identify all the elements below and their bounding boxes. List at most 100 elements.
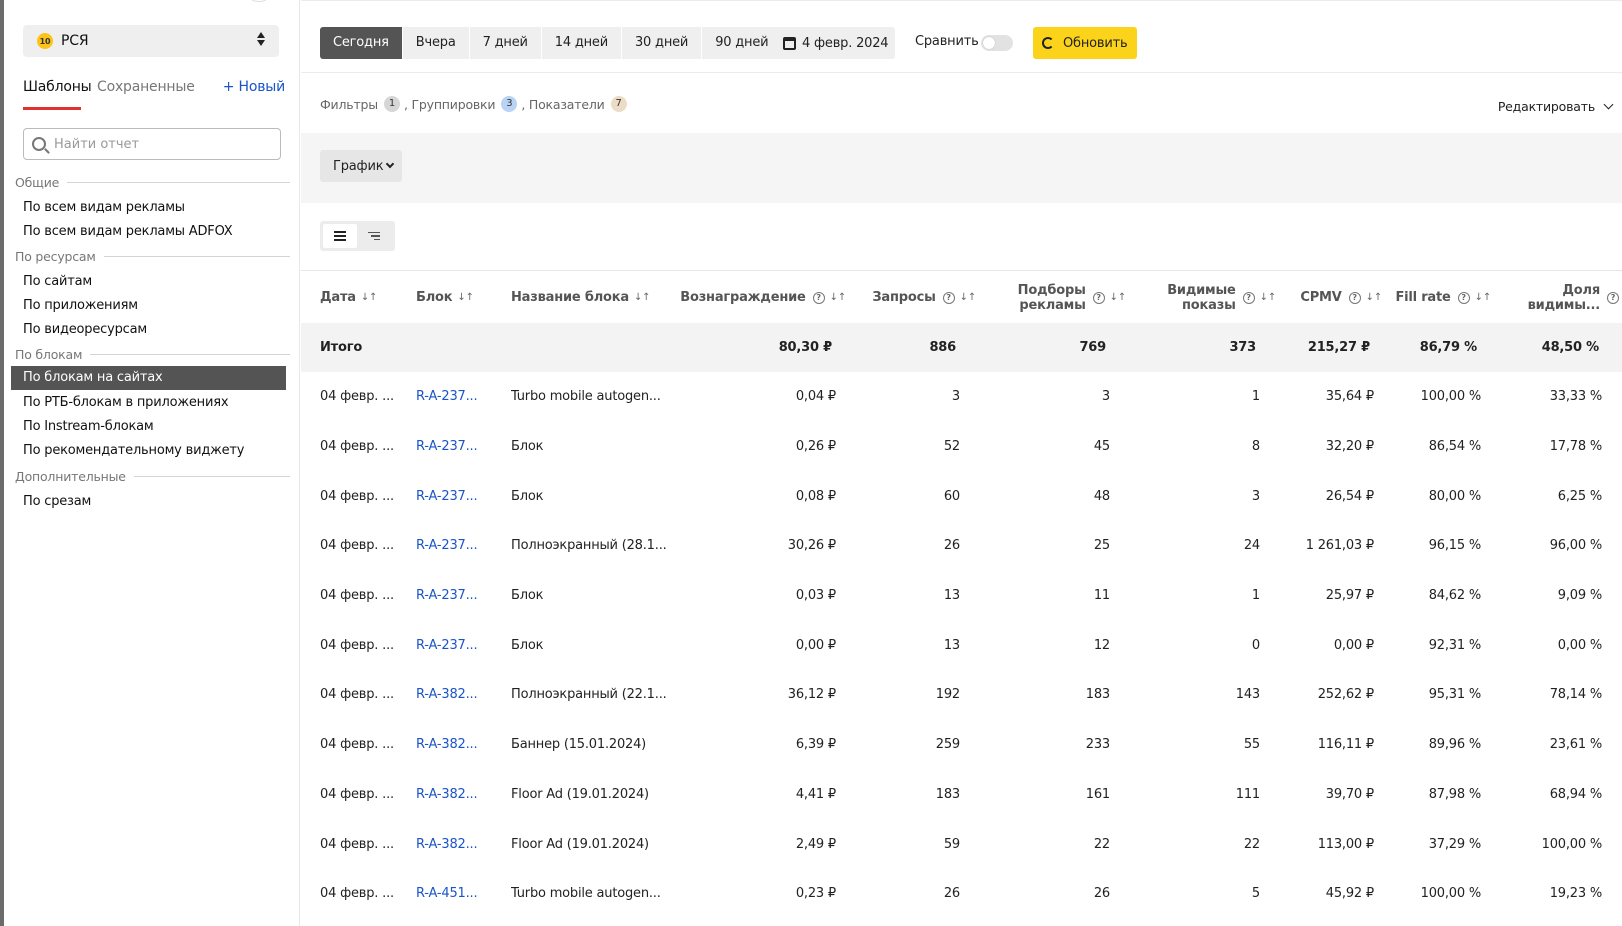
help-icon: ?: [1092, 291, 1105, 304]
groupings-label: , Группировки: [403, 96, 496, 112]
cell-requests: 13: [943, 588, 960, 604]
col-cpmv[interactable]: CPMV? ↓↑: [1291, 271, 1382, 324]
sidebar: 10 РСЯ Шаблоны Сохраненные + Новый Общие…: [4, 0, 300, 926]
cell-reward: 0,26 ₽: [795, 439, 836, 455]
tab-templates[interactable]: Шаблоны: [23, 79, 92, 95]
cell-reward: 0,03 ₽: [795, 588, 836, 604]
cell-block-id[interactable]: R-A-382...: [416, 819, 496, 869]
cell-reward: 30,26 ₽: [787, 538, 836, 554]
period-7-days[interactable]: 7 дней: [470, 27, 542, 59]
sidebar-item-site-blocks[interactable]: По блокам на сайтах: [11, 366, 286, 390]
sort-icon: ↓↑: [959, 292, 977, 303]
metrics-label: , Показатели: [521, 96, 605, 112]
report-tabs: Шаблоны Сохраненные + Новый: [23, 77, 285, 111]
total-requests: 886: [929, 340, 956, 355]
group-blocks: По блокам: [15, 347, 290, 362]
filters-summary[interactable]: Фильтры 1 , Группировки 3 , Показатели 7: [320, 96, 631, 112]
cell-block-id[interactable]: R-A-451...: [416, 869, 496, 919]
sort-icon: ↓↑: [1365, 292, 1383, 303]
list-view-button[interactable]: [323, 224, 357, 248]
cell-block-name: Floor Ad (19.01.2024): [511, 836, 649, 852]
sidebar-item-widget[interactable]: По рекомендательному виджету: [23, 443, 244, 458]
cell-visible-share: 0,00 %: [1557, 637, 1602, 653]
cell-block-id[interactable]: R-A-237...: [416, 471, 496, 521]
select-arrows-icon: [257, 32, 265, 46]
cell-visible-share: 19,23 %: [1549, 886, 1602, 902]
col-block-name[interactable]: Название блока ↓↑: [511, 271, 661, 324]
cell-block-id[interactable]: R-A-382...: [416, 770, 496, 820]
tab-saved[interactable]: Сохраненные: [97, 79, 195, 95]
col-ad-picks[interactable]: Подборы рекламы? ↓↑: [1001, 271, 1127, 324]
sidebar-item-video[interactable]: По видеоресурсам: [23, 322, 147, 337]
period-today[interactable]: Сегодня: [320, 27, 403, 59]
date-picker-button[interactable]: 4 февр. 2024: [770, 27, 895, 59]
cell-requests: 13: [943, 637, 960, 653]
cell-block-name: Блок: [511, 588, 544, 604]
cell-requests: 3: [951, 389, 960, 405]
resource-select[interactable]: 10 РСЯ: [23, 25, 279, 57]
cell-date: 04 февр. ...: [320, 836, 394, 852]
total-ad-picks: 769: [1079, 340, 1106, 355]
cell-block-id[interactable]: R-A-237...: [416, 422, 496, 472]
refresh-label: Обновить: [1063, 35, 1128, 51]
period-yesterday[interactable]: Вчера: [403, 27, 470, 59]
cell-ad-picks: 22: [1093, 836, 1110, 852]
col-visible-impressions[interactable]: Видимые показы? ↓↑: [1141, 271, 1276, 324]
report-table: Дата ↓↑ Блок ↓↑ Название блока ↓↑ Вознаграж…: [301, 270, 1622, 919]
col-reward[interactable]: Вознаграждение? ↓↑: [680, 271, 846, 324]
top-circle-button[interactable]: [246, 0, 272, 2]
cell-reward: 0,08 ₽: [795, 488, 836, 504]
cell-visible: 1: [1251, 588, 1260, 604]
sidebar-item-rtb-blocks[interactable]: По РТБ-блокам в приложениях: [23, 395, 229, 410]
period-14-days[interactable]: 14 дней: [542, 27, 622, 59]
tree-view-button[interactable]: [357, 224, 391, 248]
cell-ad-picks: 233: [1085, 737, 1110, 753]
sidebar-item-apps[interactable]: По приложениям: [23, 298, 138, 313]
cell-block-id[interactable]: R-A-237...: [416, 571, 496, 621]
view-switcher: [320, 221, 395, 251]
table-header: Дата ↓↑ Блок ↓↑ Название блока ↓↑ Вознаграж…: [301, 270, 1622, 323]
sidebar-item-all-ads[interactable]: По всем видам рекламы: [23, 200, 185, 215]
edit-button[interactable]: Редактировать: [1497, 99, 1614, 114]
cell-cpmv: 0,00 ₽: [1333, 637, 1374, 653]
cell-block-id[interactable]: R-A-237...: [416, 521, 496, 571]
help-icon: ?: [1607, 291, 1619, 304]
cell-block-id[interactable]: R-A-382...: [416, 670, 496, 720]
cell-fill-rate: 37,29 %: [1428, 836, 1481, 852]
group-resources: По ресурсам: [15, 249, 290, 264]
sidebar-item-slices[interactable]: По срезам: [23, 494, 91, 509]
cell-block-id[interactable]: R-A-237...: [416, 372, 496, 422]
help-icon: ?: [942, 291, 955, 304]
cell-visible-share: 23,61 %: [1549, 737, 1602, 753]
table-row: 04 февр. ... R-A-382... Баннер (15.01.2024…: [301, 720, 1622, 770]
cell-cpmv: 45,92 ₽: [1325, 886, 1374, 902]
sidebar-item-instream[interactable]: По Instream-блокам: [23, 419, 154, 434]
sidebar-item-all-ads-adfox[interactable]: По всем видам рекламы ADFOX: [23, 224, 233, 239]
cell-block-id[interactable]: R-A-237...: [416, 620, 496, 670]
sidebar-item-sites[interactable]: По сайтам: [23, 274, 92, 289]
edit-label: Редактировать: [1497, 99, 1595, 114]
cell-visible-share: 9,09 %: [1557, 588, 1602, 604]
col-block[interactable]: Блок ↓↑: [416, 271, 496, 324]
search-input[interactable]: [54, 136, 264, 152]
col-fill-rate[interactable]: Fill rate? ↓↑: [1391, 271, 1491, 324]
cell-block-name: Полноэкранный (28.1...: [511, 538, 667, 554]
cell-block-id[interactable]: R-A-382...: [416, 720, 496, 770]
col-visible-share[interactable]: Доля видимы...?: [1501, 271, 1619, 324]
table-row: 04 февр. ... R-A-451... Turbo mobile autog…: [301, 869, 1622, 919]
cell-visible: 143: [1235, 687, 1260, 703]
date-label: 4 февр. 2024: [802, 35, 889, 51]
period-selector: Сегодня Вчера 7 дней 14 дней 30 дней 90 …: [320, 27, 782, 59]
cell-cpmv: 116,11 ₽: [1317, 737, 1374, 753]
col-date[interactable]: Дата ↓↑: [320, 271, 400, 324]
refresh-button[interactable]: Обновить: [1033, 27, 1137, 59]
compare-toggle[interactable]: [981, 35, 1013, 51]
new-report-link[interactable]: + Новый: [223, 79, 285, 95]
period-30-days[interactable]: 30 дней: [622, 27, 703, 59]
col-requests[interactable]: Запросы? ↓↑: [856, 271, 976, 324]
cell-fill-rate: 95,31 %: [1428, 687, 1481, 703]
chart-toggle-button[interactable]: График: [320, 150, 402, 182]
table-row: 04 февр. ... R-A-237... Блок 0,08 ₽ 60 48 3 26,…: [301, 471, 1622, 521]
cell-date: 04 февр. ...: [320, 637, 394, 653]
cell-visible: 1: [1251, 389, 1260, 405]
